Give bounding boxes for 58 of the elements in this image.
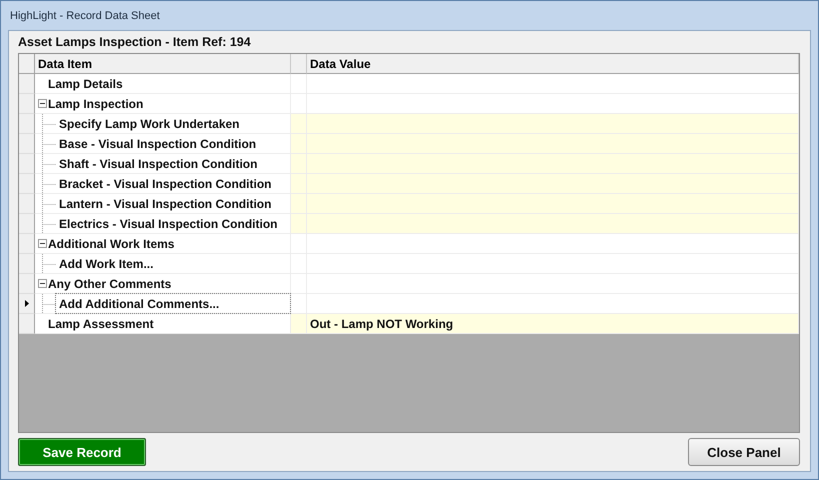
- item-label: Additional Work Items: [47, 236, 176, 252]
- tree-line: [42, 154, 56, 174]
- value-text: Out - Lamp NOT Working: [309, 316, 454, 330]
- close-button[interactable]: Close Panel: [688, 438, 800, 466]
- item-cell[interactable]: Additional Work Items: [35, 234, 291, 254]
- item-cell[interactable]: Lamp Details: [35, 74, 291, 94]
- value-cell[interactable]: [307, 254, 799, 274]
- item-label: Lantern - Visual Inspection Condition: [58, 196, 272, 212]
- value-cell[interactable]: [307, 154, 799, 174]
- item-label: Any Other Comments: [47, 276, 172, 292]
- window-title: HighLight - Record Data Sheet: [10, 10, 160, 22]
- item-cell[interactable]: Shaft - Visual Inspection Condition: [35, 154, 291, 174]
- item-label: Lamp Assessment: [47, 316, 155, 332]
- item-label: Specify Lamp Work Undertaken: [58, 116, 240, 132]
- value-cell[interactable]: [307, 174, 799, 194]
- value-cell[interactable]: [307, 234, 799, 254]
- value-cell[interactable]: [307, 194, 799, 214]
- item-label: Shaft - Visual Inspection Condition: [58, 156, 258, 172]
- item-cell[interactable]: Bracket - Visual Inspection Condition: [35, 174, 291, 194]
- item-label: Base - Visual Inspection Condition: [58, 136, 258, 152]
- collapse-icon[interactable]: [38, 279, 47, 288]
- tree-line: [42, 174, 56, 194]
- row-header[interactable]: [19, 294, 35, 314]
- item-label: Bracket - Visual Inspection Condition: [58, 176, 272, 192]
- save-button[interactable]: Save Record: [18, 438, 146, 466]
- tree-line: [42, 114, 56, 134]
- value-cell[interactable]: [307, 214, 799, 234]
- value-cell[interactable]: [307, 134, 799, 154]
- sheet-heading: Asset Lamps Inspection - Item Ref: 194: [18, 34, 252, 51]
- tree-line: [42, 294, 56, 314]
- collapse-icon[interactable]: [38, 239, 47, 248]
- item-cell[interactable]: Specify Lamp Work Undertaken: [35, 114, 291, 134]
- item-cell[interactable]: Add Work Item...: [35, 254, 291, 274]
- value-cell[interactable]: [307, 294, 799, 314]
- column-header[interactable]: Data Value: [307, 54, 799, 74]
- tree-line: [42, 134, 56, 154]
- item-cell[interactable]: Lamp Inspection: [35, 94, 291, 114]
- tree-line: [42, 214, 56, 234]
- item-label: Electrics - Visual Inspection Condition: [58, 216, 278, 232]
- item-label: Add Work Item...: [58, 256, 154, 272]
- item-cell[interactable]: Lamp Assessment: [35, 314, 291, 334]
- tree-line: [42, 194, 56, 214]
- value-cell[interactable]: [307, 274, 799, 294]
- value-cell[interactable]: Out - Lamp NOT Working: [307, 314, 799, 334]
- column-header[interactable]: Data Item: [35, 54, 291, 74]
- item-cell[interactable]: Lantern - Visual Inspection Condition: [35, 194, 291, 214]
- item-label: Lamp Details: [47, 76, 124, 92]
- value-cell[interactable]: [307, 94, 799, 114]
- item-cell[interactable]: Base - Visual Inspection Condition: [35, 134, 291, 154]
- item-cell[interactable]: Electrics - Visual Inspection Condition: [35, 214, 291, 234]
- spacer-header: [291, 54, 307, 74]
- value-cell[interactable]: [307, 74, 799, 94]
- collapse-icon[interactable]: [38, 99, 47, 108]
- current-row-icon: [24, 300, 28, 307]
- item-cell[interactable]: Any Other Comments: [35, 274, 291, 294]
- tree-line: [42, 254, 56, 274]
- item-label: Lamp Inspection: [47, 96, 144, 112]
- value-cell[interactable]: [307, 114, 799, 134]
